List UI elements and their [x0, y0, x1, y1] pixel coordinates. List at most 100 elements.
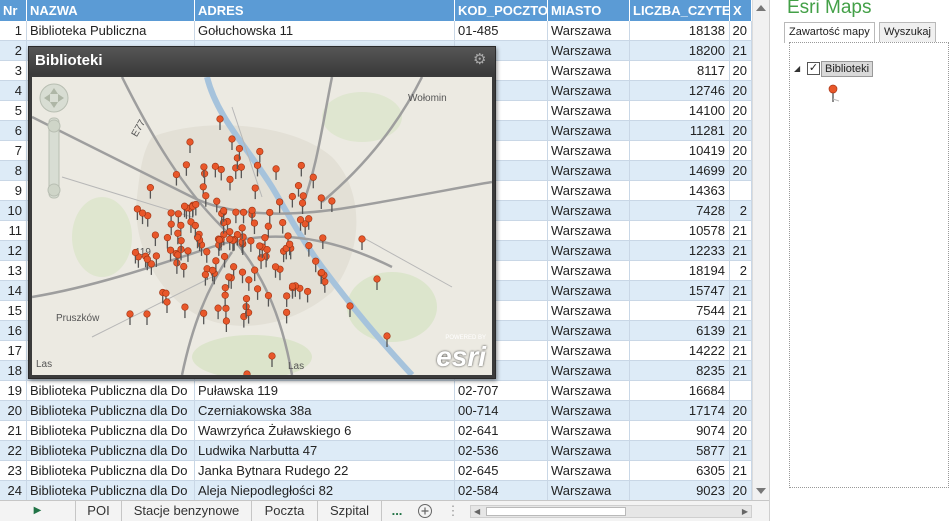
cell-adres[interactable]: Puławska 119	[195, 381, 455, 401]
cell-x[interactable]: 21	[730, 321, 752, 341]
map-pin[interactable]	[182, 161, 190, 176]
cell-x[interactable]: 21	[730, 461, 752, 481]
column-header-adres[interactable]: ADRES	[195, 0, 455, 21]
tab-splitter-icon[interactable]: ⋮	[446, 501, 460, 521]
map-pin[interactable]	[186, 138, 194, 153]
cell-x[interactable]: 2	[730, 261, 752, 281]
table-row[interactable]: 20 Biblioteka Publiczna dla Do Czerniakows…	[0, 401, 752, 421]
map-pin[interactable]	[305, 242, 313, 257]
cell-miasto[interactable]: Warszawa	[548, 441, 630, 461]
cell-nr[interactable]: 6	[0, 121, 27, 141]
cell-x[interactable]: 21	[730, 281, 752, 301]
cell-miasto[interactable]: Warszawa	[548, 321, 630, 341]
cell-adres[interactable]: Wawrzyńca Żuławskiego 6	[195, 421, 455, 441]
cell-liczba[interactable]: 14699	[630, 161, 730, 181]
map-pin[interactable]	[243, 370, 251, 375]
cell-x[interactable]: 20	[730, 101, 752, 121]
cell-x[interactable]: 21	[730, 301, 752, 321]
map-pin[interactable]	[214, 304, 222, 320]
cell-kod[interactable]: 02-707	[455, 381, 548, 401]
column-header-nr[interactable]: Nr	[0, 0, 27, 21]
map-pin[interactable]	[279, 218, 287, 234]
cell-nr[interactable]: 17	[0, 341, 27, 361]
sheet-tab-szpital[interactable]: Szpital	[318, 501, 382, 521]
map-pin[interactable]	[298, 199, 307, 215]
cell-nr[interactable]: 9	[0, 181, 27, 201]
map-pin[interactable]	[226, 175, 234, 191]
map-pin[interactable]	[202, 192, 210, 207]
cell-liczba[interactable]: 14222	[630, 341, 730, 361]
map-pin[interactable]	[253, 285, 262, 300]
map-pin[interactable]	[232, 164, 240, 179]
cell-nr[interactable]: 14	[0, 281, 27, 301]
map-title-bar[interactable]: Biblioteki ⚙	[29, 47, 495, 75]
map-pin[interactable]	[301, 220, 309, 235]
cell-miasto[interactable]: Warszawa	[548, 101, 630, 121]
map-pin[interactable]	[163, 234, 172, 249]
cell-nazwa[interactable]: Biblioteka Publiczna dla Do	[27, 481, 195, 500]
map-pin[interactable]	[321, 278, 329, 293]
gear-icon[interactable]: ⚙	[473, 52, 489, 68]
map-pin[interactable]	[251, 266, 259, 282]
cell-liczba[interactable]: 17174	[630, 401, 730, 421]
cell-liczba[interactable]: 5877	[630, 441, 730, 461]
map-pin[interactable]	[257, 254, 265, 269]
cell-x[interactable]: 21	[730, 361, 752, 381]
map-pin[interactable]	[283, 292, 291, 307]
cell-nr[interactable]: 15	[0, 301, 27, 321]
cell-liczba[interactable]: 14100	[630, 101, 730, 121]
map-pin[interactable]	[272, 165, 280, 180]
cell-liczba[interactable]: 12233	[630, 241, 730, 261]
cell-kod[interactable]: 01-485	[455, 21, 548, 41]
cell-nr[interactable]: 2	[0, 41, 27, 61]
cell-miasto[interactable]: Warszawa	[548, 421, 630, 441]
cell-miasto[interactable]: Warszawa	[548, 161, 630, 181]
column-header-kod[interactable]: KOD_POCZTOW	[455, 0, 548, 21]
cell-liczba[interactable]: 12746	[630, 81, 730, 101]
map-pin[interactable]	[180, 262, 188, 278]
collapse-triangle-icon[interactable]: ◢	[794, 64, 800, 73]
map-pin[interactable]	[297, 161, 305, 177]
cell-miasto[interactable]: Warszawa	[548, 141, 630, 161]
cell-liczba[interactable]: 7428	[630, 201, 730, 221]
cell-liczba[interactable]: 15747	[630, 281, 730, 301]
cell-x[interactable]: 20	[730, 61, 752, 81]
map-pin[interactable]	[253, 161, 262, 177]
map-pin[interactable]	[250, 219, 259, 235]
map-pin[interactable]	[222, 304, 230, 320]
cell-miasto[interactable]: Warszawa	[548, 21, 630, 41]
cell-adres[interactable]: Ludwika Narbutta 47	[195, 441, 455, 461]
map-pin[interactable]	[221, 291, 229, 307]
cell-nr[interactable]: 4	[0, 81, 27, 101]
cell-liczba[interactable]: 18138	[630, 21, 730, 41]
map-pin[interactable]	[303, 287, 312, 303]
cell-nr[interactable]: 23	[0, 461, 27, 481]
map-pin[interactable]	[220, 252, 229, 268]
cell-x[interactable]: 20	[730, 481, 752, 500]
map-pin[interactable]	[373, 275, 381, 290]
map-pin[interactable]	[167, 220, 175, 236]
map-pin[interactable]	[319, 234, 327, 249]
cell-nr[interactable]: 16	[0, 321, 27, 341]
cell-kod[interactable]: 02-645	[455, 461, 548, 481]
map-pin[interactable]	[213, 197, 221, 213]
cell-liczba[interactable]: 11281	[630, 121, 730, 141]
cell-x[interactable]: 21	[730, 241, 752, 261]
cell-miasto[interactable]: Warszawa	[548, 181, 630, 201]
sheet-tab-stacje[interactable]: Stacje benzynowe	[122, 501, 252, 521]
table-row[interactable]: 19 Biblioteka Publiczna dla Do Puławska 11…	[0, 381, 752, 401]
table-row[interactable]: 1 Biblioteka Publiczna Gołuchowska 11 01-48…	[0, 21, 752, 41]
cell-liczba[interactable]: 10578	[630, 221, 730, 241]
cell-x[interactable]: 20	[730, 121, 752, 141]
add-sheet-button[interactable]	[414, 501, 436, 521]
cell-nr[interactable]: 8	[0, 161, 27, 181]
table-row[interactable]: 21 Biblioteka Publiczna dla Do Wawrzyńca Ż…	[0, 421, 752, 441]
cell-miasto[interactable]: Warszawa	[548, 61, 630, 81]
map-pin[interactable]	[383, 332, 391, 347]
cell-nr[interactable]: 22	[0, 441, 27, 461]
map-pin[interactable]	[147, 260, 155, 275]
tab-map-contents[interactable]: Zawartość mapy	[784, 22, 875, 43]
cell-liczba[interactable]: 10419	[630, 141, 730, 161]
cell-x[interactable]	[730, 181, 752, 201]
map-pin[interactable]	[163, 298, 171, 313]
